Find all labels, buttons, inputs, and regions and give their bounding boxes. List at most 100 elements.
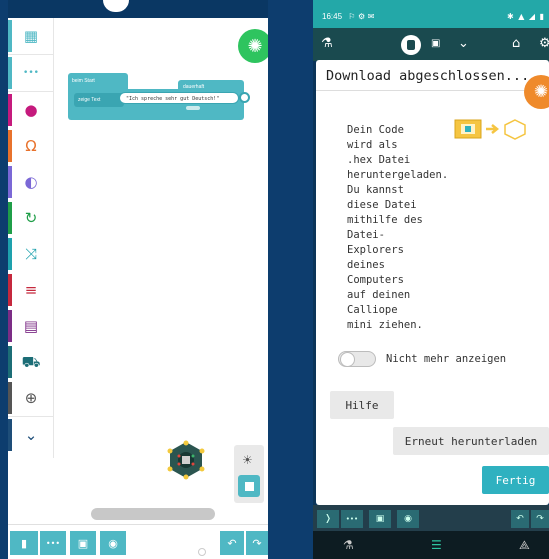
nav-home-icon[interactable]: ☰ [431,538,442,552]
done-button[interactable]: Fertig [482,466,549,494]
close-icon: ✺ [533,82,549,102]
github-button[interactable]: ◉ [100,531,126,555]
gear-icon[interactable]: ⚙ [539,36,549,51]
download-screen: 16:45 ⚐ ⚙ ✉ ✱ ▲ ◢ ▮ ⚗ ▣ ⌄ ⌂ ⚙ Download a… [313,0,549,559]
toolbox-category-plus-circle[interactable]: ⊕ [8,380,54,416]
loop-icon: ↻ [24,208,38,227]
block-connector [186,106,200,110]
home-icon[interactable]: ⌂ [512,36,520,51]
dim-save-icon: ▣ [375,514,385,524]
category-stripe [8,419,12,451]
status-bar: 16:45 ⚐ ⚙ ✉ ✱ ▲ ◢ ▮ [313,0,549,28]
category-stripe [8,166,12,198]
block-show-text[interactable]: zeige Text [74,93,124,107]
dim-redo-button: ↷ [531,510,549,528]
calculator-icon: ▤ [23,316,39,335]
camera-notch [103,0,129,12]
dim-chevron-icon: ❭ [324,514,332,524]
dimmed-bottom-toolbar: ❭ ••• ▣ ◉ ↶ ↷ [313,505,549,531]
simulator-fab[interactable]: ✺ [238,29,268,63]
toolbox-category-more[interactable]: ••• [8,55,54,91]
dim-undo-button: ↶ [511,510,529,528]
toolbox-category-loop[interactable]: ↻ [8,200,54,236]
toolbox-category-toggle[interactable]: ◐ [8,164,54,200]
toolbox-category-grid[interactable]: ▦ [8,18,54,54]
download-dialog: Download abgeschlossen... ✺ Dein Code wi… [316,60,549,505]
category-stripe [8,94,12,126]
status-time: 16:45 [322,12,343,21]
top-bar [8,0,268,18]
category-stripe [8,130,12,162]
toolbox-category-calculator[interactable]: ▤ [8,308,54,344]
simulator-controls: ☀ [234,445,264,503]
dialog-close-button[interactable]: ✺ [524,75,549,109]
dim-more-icon: ••• [345,515,359,523]
save-button[interactable]: ▣ [70,531,96,555]
file-icon: ▮ [20,536,28,550]
nav-recent-icon[interactable]: ⟁ [519,538,530,553]
grid-icon: ▦ [23,26,39,45]
status-notification-icons: ⚐ ⚙ ✉ [348,12,375,21]
chevron-down-icon[interactable]: ⌄ [458,36,469,51]
category-stripe [8,238,12,270]
category-stripe [8,57,12,89]
nav-back-icon[interactable]: ⚗ [343,538,354,552]
stop-button[interactable] [238,475,260,497]
debug-icon[interactable]: ☀ [242,453,253,467]
category-stripe [8,382,12,414]
toolbox-category-list[interactable]: ≡ [8,272,54,308]
redownload-button[interactable]: Erneut herunterladen [393,427,549,455]
toolbox-category-led[interactable]: ● [8,92,54,128]
dim-undo-icon: ↶ [516,514,524,524]
dim-more-button: ••• [341,510,363,528]
category-stripe [8,274,12,306]
toolbox-category-chevron-down[interactable]: ⌄ [8,417,54,453]
block-text-input[interactable]: "Ich spreche sehr gut Deutsch!" [119,92,239,104]
dont-show-again-row: Nicht mehr anzeigen [338,350,543,370]
horizontal-scrollbar[interactable] [91,508,215,520]
undo-icon: ↶ [227,536,237,550]
bottom-toolbar: ▮ ••• ▣ ◉ ↶ ↷ [8,524,268,559]
flask-icon[interactable]: ⚗ [321,36,333,51]
gesture-indicator [198,548,206,556]
dialog-title: Download abgeschlossen... [326,68,530,84]
toolbox-category-headphones[interactable]: Ω [8,128,54,164]
category-stripe [8,310,12,342]
grid-icon[interactable]: ▣ [431,38,440,49]
android-nav-bar: ⚗ ☰ ⟁ [313,531,549,559]
calliope-logo[interactable] [401,35,421,55]
category-stripe [8,346,12,378]
github-icon: ◉ [108,536,118,550]
status-system-icons: ✱ ▲ ◢ ▮ [506,12,545,21]
dim-github-button: ◉ [397,510,419,528]
dim-menu-button: ❭ [317,510,339,528]
headphones-icon: Ω [25,136,37,155]
more-button[interactable]: ••• [40,531,66,555]
redo-button[interactable]: ↷ [246,531,268,555]
dim-github-icon: ◉ [404,514,412,524]
toolbox-category-car[interactable]: ⛟ [8,344,54,380]
calliope-star-icon: ✺ [247,35,263,57]
car-icon: ⛟ [21,352,41,371]
editor-screen: ▦ ••• ● Ω ◐ ↻ ⤨ ≡ ▤ ⛟ ⊕ ⌄ ✺ beim Start dauerhaft ze… [8,0,268,559]
led-icon: ● [24,100,38,119]
dialog-message: Dein Code wird als .hex Datei herunterge… [347,124,449,331]
dont-show-again-toggle[interactable] [338,351,376,367]
more-icon: ••• [45,538,61,548]
calliope-board-icon[interactable] [166,440,206,480]
dim-redo-icon: ↷ [536,514,544,524]
block-on-start[interactable]: beim Start [68,73,128,89]
app-header: ⚗ ▣ ⌄ ⌂ ⚙ [313,28,549,61]
toolbox-sidebar: ▦ ••• ● Ω ◐ ↻ ⤨ ≡ ▤ ⛟ ⊕ ⌄ [8,18,54,458]
category-stripe [8,20,12,52]
toolbox-category-shuffle[interactable]: ⤨ [8,236,54,272]
category-stripe [8,202,12,234]
chevron-down-icon: ⌄ [24,425,38,444]
dim-save-button: ▣ [369,510,391,528]
file-button[interactable]: ▮ [10,531,38,555]
block-plus-handle[interactable] [239,92,250,103]
undo-button[interactable]: ↶ [220,531,244,555]
help-button[interactable]: Hilfe [330,391,394,419]
dialog-divider [316,90,549,91]
save-icon: ▣ [77,536,89,550]
